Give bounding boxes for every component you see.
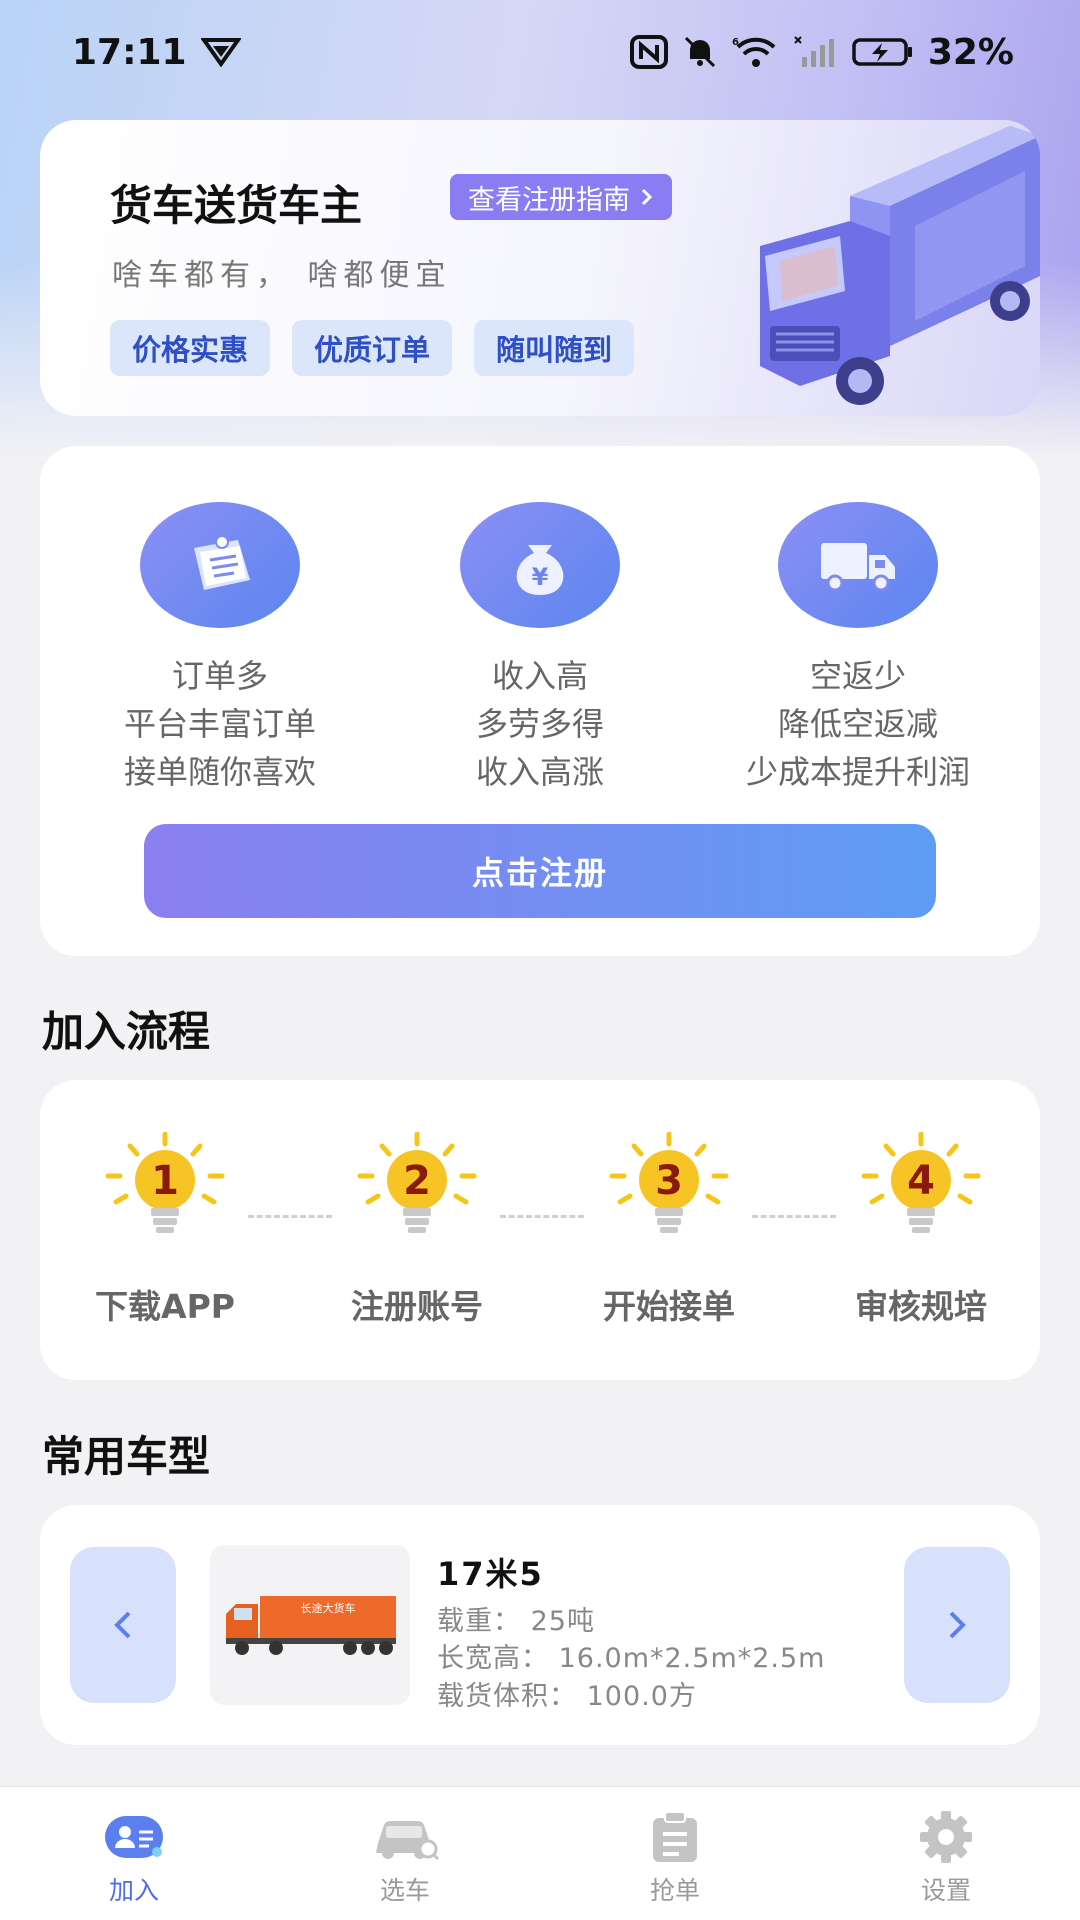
- benefit-line: 平台丰富订单: [123, 705, 316, 743]
- nav-label: 加入: [108, 1876, 159, 1905]
- registration-guide-button[interactable]: 查看注册指南: [450, 174, 672, 220]
- benefit-orders: 订单多 平台丰富订单 接单随你喜欢: [60, 502, 380, 796]
- step-label: 下载APP: [95, 1287, 235, 1326]
- step-label: 开始接单: [603, 1287, 735, 1326]
- svg-text:6: 6: [732, 37, 739, 48]
- bottom-navigation: 加入 选车 抢单 设置: [0, 1786, 1080, 1920]
- truck-illustration-icon: [760, 126, 1040, 405]
- next-vehicle-button[interactable]: [904, 1547, 1010, 1703]
- benefit-title: 空返少: [809, 657, 906, 695]
- money-bag-icon: ¥: [460, 502, 620, 628]
- prev-vehicle-button[interactable]: [70, 1547, 176, 1703]
- register-button[interactable]: 点击注册: [144, 824, 936, 918]
- process-step-3: 3 开始接单: [544, 1132, 794, 1328]
- vehicle-load: 载重： 25吨: [437, 1606, 595, 1637]
- order-docs-icon: [140, 502, 300, 628]
- battery-level: 32%: [927, 31, 1014, 73]
- svg-text:¥: ¥: [532, 563, 549, 591]
- battery-icon: [852, 37, 914, 67]
- benefit-income: ¥ 收入高 多劳多得 收入高涨: [380, 502, 700, 796]
- hero-title: 货车送货车主: [110, 181, 363, 230]
- step-number: 2: [403, 1158, 431, 1204]
- process-section-title: 加入流程: [42, 1007, 211, 1056]
- gear-icon: [876, 1809, 1016, 1865]
- vehicle-name: 17米5: [437, 1555, 544, 1593]
- nav-label: 抢单: [649, 1876, 700, 1905]
- hero-tags: 价格实惠 优质订单 随叫随到: [110, 320, 635, 376]
- chevron-right-icon: [641, 188, 653, 206]
- wifi-icon: 6: [732, 35, 780, 69]
- status-time: 17:11: [72, 31, 187, 73]
- vehicle-card: 长途大货车 17米5 载重： 25吨 长宽高： 16.0m*2.5m*2.5m …: [40, 1505, 1040, 1745]
- benefit-line: 降低空返减: [777, 705, 938, 743]
- mute-bell-icon: [682, 35, 718, 69]
- nav-tab-settings[interactable]: 设置: [876, 1809, 1016, 1907]
- step-number: 3: [655, 1158, 683, 1204]
- hero-subtitle: 啥车都有， 啥都便宜: [112, 258, 452, 293]
- hero-banner: 货车送货车主 查看注册指南 啥车都有， 啥都便宜 价格实惠 优质订单 随叫随到: [40, 120, 1040, 416]
- benefit-empty-return: 空返少 降低空返减 少成本提升利润: [698, 502, 1018, 796]
- benefit-line: 少成本提升利润: [745, 753, 970, 791]
- clipboard-icon: [605, 1809, 745, 1865]
- vehicles-section-title: 常用车型: [42, 1432, 211, 1481]
- cargo-truck-icon: 长途大货车: [226, 1596, 396, 1655]
- lightbulb-icon: 3: [609, 1132, 729, 1233]
- process-card: 1 下载APP 2 注册账号 3 开始接单 4 审核规培: [40, 1080, 1040, 1380]
- nav-label: 设置: [920, 1876, 971, 1905]
- step-label: 注册账号: [351, 1287, 483, 1326]
- step-label: 审核规培: [855, 1287, 987, 1326]
- lightbulb-icon: 2: [357, 1132, 477, 1233]
- benefit-line: 收入高涨: [475, 753, 604, 791]
- benefits-card: 订单多 平台丰富订单 接单随你喜欢 ¥ 收入高 多劳多得 收入高涨 空返少 降低…: [40, 446, 1040, 956]
- registration-guide-label: 查看注册指南: [468, 184, 630, 216]
- step-number: 4: [907, 1158, 935, 1204]
- chevron-right-icon: [949, 1611, 966, 1639]
- process-step-1: 1 下载APP: [40, 1132, 290, 1328]
- truck-side-text: 长途大货车: [301, 1601, 356, 1615]
- vehicle-volume: 载货体积： 100.0方: [437, 1681, 697, 1712]
- nfc-icon: [629, 35, 668, 69]
- process-step-4: 4 审核规培: [796, 1132, 1046, 1328]
- signal-icon: [794, 35, 838, 69]
- benefit-line: 多劳多得: [475, 705, 604, 743]
- vpn-icon: [200, 37, 241, 67]
- vehicle-dimensions: 长宽高： 16.0m*2.5m*2.5m: [437, 1643, 826, 1674]
- status-bar: 17:11 6 32%: [0, 0, 1080, 104]
- lightbulb-icon: 1: [105, 1132, 225, 1233]
- step-number: 1: [151, 1158, 179, 1204]
- chevron-left-icon: [114, 1611, 131, 1639]
- join-icon: [64, 1809, 204, 1865]
- nav-tab-join[interactable]: 加入: [64, 1809, 204, 1907]
- car-icon: [335, 1809, 475, 1865]
- nav-label: 选车: [379, 1876, 430, 1905]
- nav-tab-select-car[interactable]: 选车: [335, 1809, 475, 1907]
- vehicle-image: 长途大货车: [210, 1545, 410, 1705]
- nav-tab-grab-order[interactable]: 抢单: [605, 1809, 745, 1907]
- hero-tag: 价格实惠: [110, 320, 271, 376]
- hero-tag: 优质订单: [292, 320, 453, 376]
- benefit-title: 收入高: [491, 657, 588, 695]
- hero-tag: 随叫随到: [474, 320, 635, 376]
- truck-icon: [778, 502, 938, 628]
- benefit-line: 接单随你喜欢: [123, 753, 316, 791]
- lightbulb-icon: 4: [861, 1132, 981, 1233]
- process-step-2: 2 注册账号: [292, 1132, 542, 1328]
- benefit-title: 订单多: [171, 657, 268, 695]
